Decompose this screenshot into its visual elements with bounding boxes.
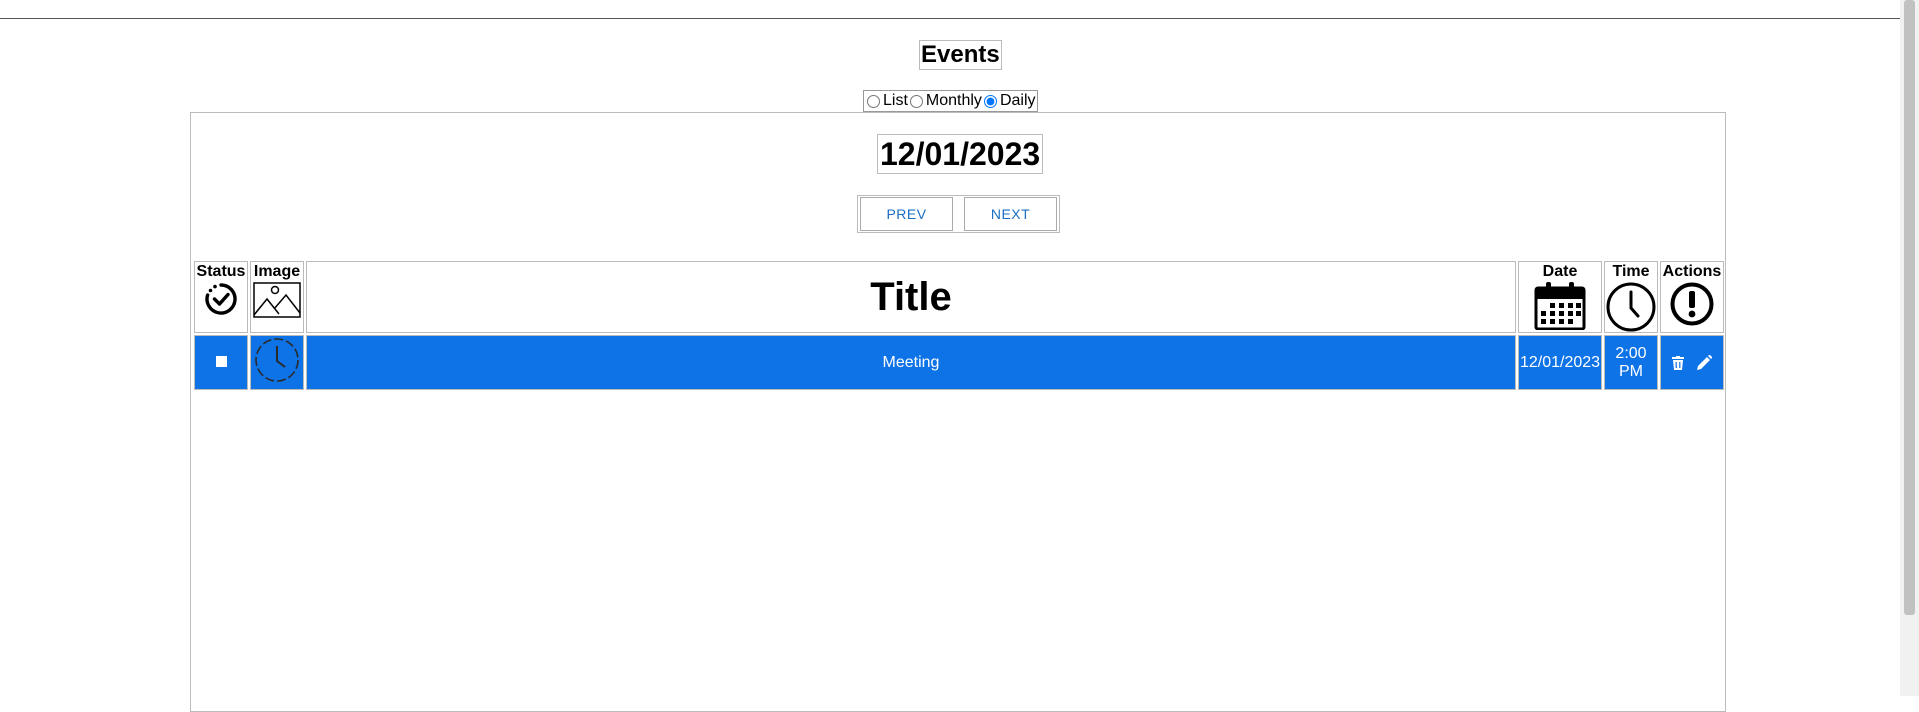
view-radio-daily[interactable] — [983, 94, 997, 108]
title-header[interactable]: Title — [306, 261, 1516, 333]
status-checkbox[interactable] — [215, 355, 227, 367]
pencil-icon[interactable] — [1696, 354, 1712, 371]
actions-header-label: Actions — [1662, 263, 1722, 280]
status-header-label: Status — [196, 263, 246, 280]
page-title: Events — [919, 40, 1002, 70]
calendar-icon — [1534, 282, 1586, 330]
image-header-label: Image — [253, 263, 301, 280]
date-cell: 12/01/2023 — [1518, 335, 1602, 390]
status-header[interactable]: Status — [194, 261, 248, 333]
time-header[interactable]: Time — [1604, 261, 1658, 333]
view-radio-list[interactable] — [867, 94, 880, 108]
date-header-label: Date — [1542, 263, 1578, 280]
actions-header[interactable]: Actions — [1660, 261, 1724, 333]
time-cell: 2:00 PM — [1604, 335, 1658, 390]
clock-icon — [1606, 282, 1656, 332]
view-option-label: List — [883, 92, 908, 109]
events-table: Status Image Title Date Time Actions Mee… — [192, 259, 1726, 392]
title-cell: Meeting — [306, 335, 1516, 390]
date-nav: PREV NEXT — [857, 195, 1060, 233]
view-option-daily[interactable]: Daily — [982, 92, 1036, 110]
date-header[interactable]: Date — [1518, 261, 1602, 333]
table-row[interactable]: Meeting 12/01/2023 2:00 PM — [194, 335, 1724, 390]
image-icon — [253, 282, 301, 318]
next-button[interactable]: NEXT — [964, 197, 1057, 231]
view-option-label: Monthly — [925, 92, 982, 109]
table-header-row: Status Image Title Date Time Actions — [194, 261, 1724, 333]
scrollbar-thumb[interactable] — [1904, 0, 1915, 615]
view-switch: List Monthly Daily — [863, 90, 1038, 112]
view-option-label: Daily — [999, 92, 1036, 109]
exclamation-circle-icon — [1670, 282, 1714, 326]
check-circle-icon — [205, 283, 237, 315]
status-cell[interactable] — [194, 335, 248, 390]
current-date: 12/01/2023 — [877, 134, 1044, 174]
image-cell — [250, 335, 304, 390]
time-value: 2:00 PM — [1615, 344, 1647, 380]
image-header[interactable]: Image — [250, 261, 304, 333]
actions-cell — [1660, 335, 1724, 390]
prev-button[interactable]: PREV — [860, 197, 953, 231]
clock-placeholder-icon — [255, 338, 299, 382]
view-radio-monthly[interactable] — [909, 94, 923, 108]
time-header-label: Time — [1612, 263, 1650, 280]
view-option-list[interactable]: List — [865, 92, 908, 110]
top-divider — [0, 18, 1900, 19]
page-scrollbar[interactable] — [1900, 0, 1919, 696]
title-header-label: Title — [870, 275, 952, 319]
view-option-monthly[interactable]: Monthly — [908, 92, 982, 110]
trash-icon[interactable] — [1672, 355, 1684, 370]
